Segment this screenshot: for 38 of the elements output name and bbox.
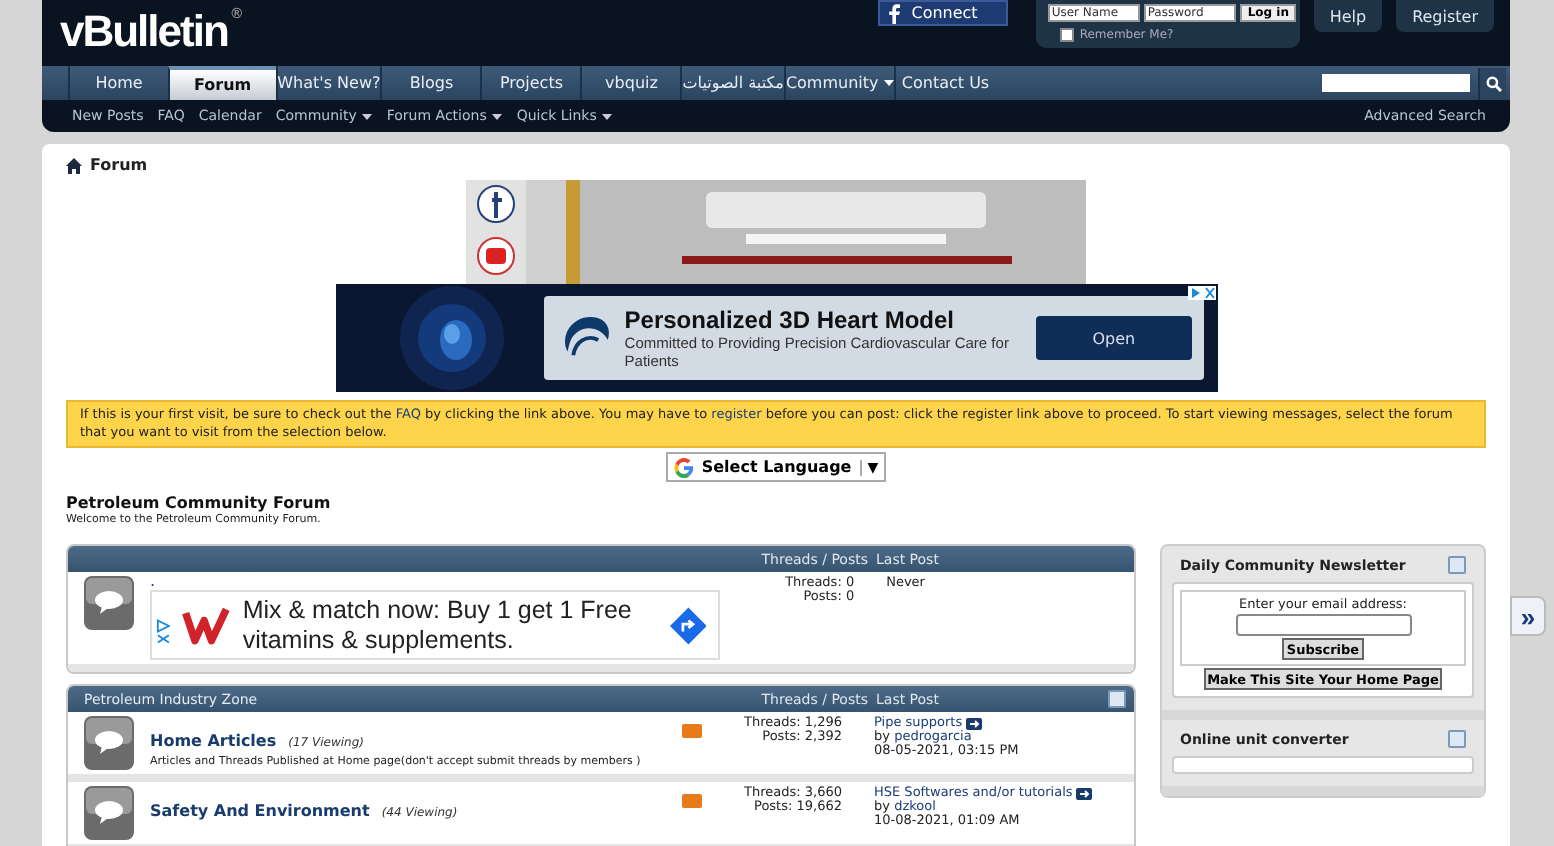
- forum-name[interactable]: Safety And Environment: [150, 802, 370, 821]
- rss-icon[interactable]: [682, 794, 702, 809]
- forum-title: Petroleum Community Forum: [66, 494, 333, 513]
- header-button[interactable]: Help: [1313, 0, 1383, 32]
- nav-tab[interactable]: Forum: [168, 66, 276, 100]
- forum-name[interactable]: Home Articles: [150, 732, 277, 751]
- facebook-connect-button[interactable]: Connect: [877, 0, 1008, 26]
- facebook-icon: [887, 3, 900, 23]
- go-to-post-icon[interactable]: [1076, 787, 1093, 800]
- search-button[interactable]: [1478, 67, 1506, 99]
- forum-name[interactable]: .: [150, 576, 720, 589]
- nav-tab[interactable]: Contact Us: [894, 66, 995, 100]
- email-field[interactable]: [1235, 614, 1411, 637]
- sidebar-toggle-button[interactable]: »: [1510, 596, 1546, 636]
- header-button[interactable]: Register: [1396, 0, 1494, 32]
- directions-icon: [669, 605, 707, 646]
- search-icon: [1485, 75, 1501, 91]
- remember-checkbox[interactable]: [1059, 28, 1074, 42]
- search-field[interactable]: [1322, 74, 1470, 92]
- logo[interactable]: vBulletin: [60, 6, 228, 58]
- ad-title: Personalized 3D Heart Model: [624, 306, 956, 334]
- rss-icon[interactable]: [682, 724, 702, 739]
- ad-banner[interactable]: Mix & match now: Buy 1 get 1 Free vitamins & supplements.: [150, 590, 720, 661]
- go-to-post-icon[interactable]: [966, 717, 983, 730]
- open-button[interactable]: Open: [1036, 316, 1191, 360]
- collapse-icon[interactable]: [1108, 690, 1126, 709]
- nav-tab[interactable]: What's New?: [275, 66, 381, 100]
- google-icon: [673, 457, 694, 478]
- nav-tab[interactable]: مكتبة الصوتيات: [680, 66, 784, 100]
- nav-tab[interactable]: vbquiz: [580, 66, 681, 100]
- nav-tab[interactable]: Blogs: [380, 66, 481, 100]
- ad-choices-icon[interactable]: [1187, 286, 1215, 300]
- ad-text: Mix & match now: Buy 1 get 1 Free vitamins & supplements.: [242, 595, 634, 656]
- breadcrumb[interactable]: Forum: [90, 156, 148, 174]
- nav-tab[interactable]: Community: [783, 66, 895, 100]
- nav-tab[interactable]: Projects: [480, 66, 581, 100]
- home-icon[interactable]: [66, 157, 82, 173]
- walgreens-logo-icon: [182, 603, 231, 648]
